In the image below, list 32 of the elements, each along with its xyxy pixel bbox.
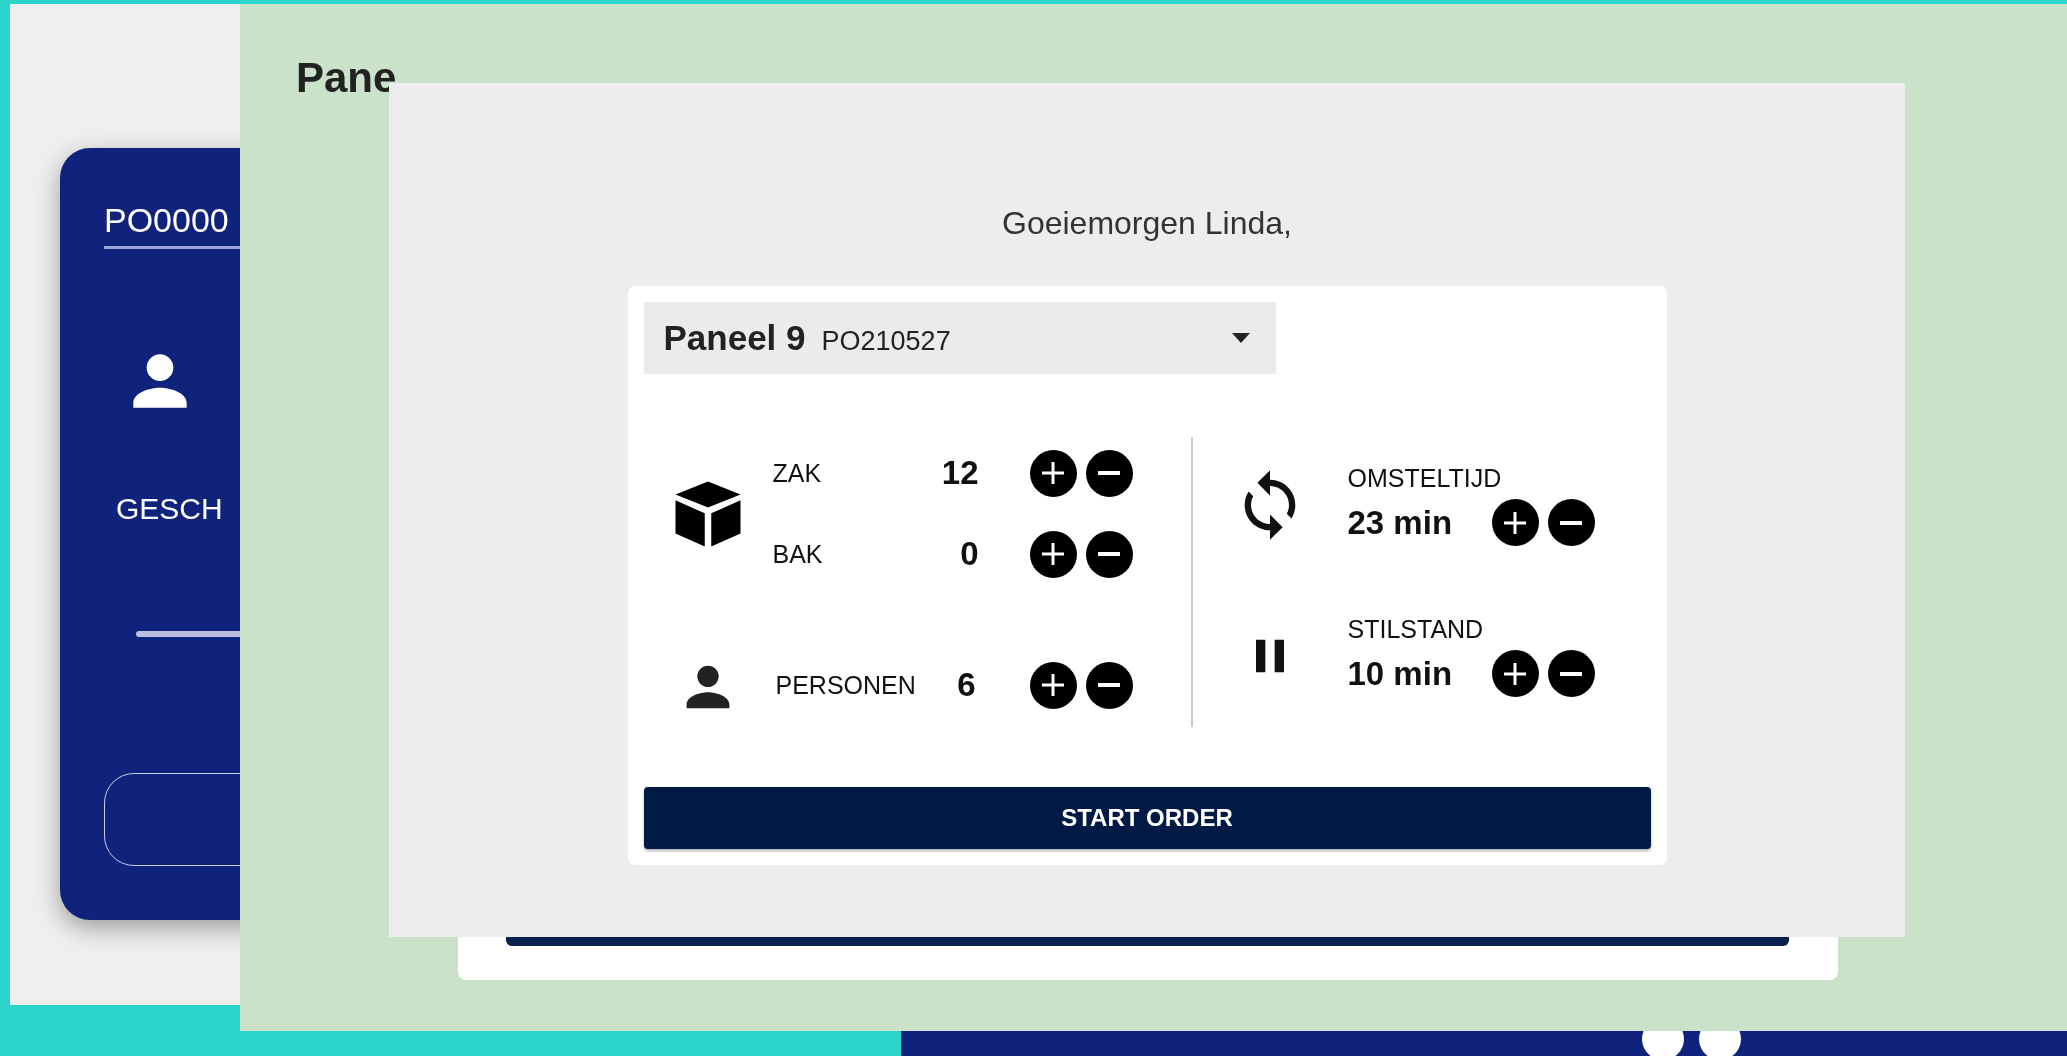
panel-title: Pane bbox=[296, 54, 397, 102]
minus-icon bbox=[1098, 683, 1120, 687]
quantity-value: 12 bbox=[940, 454, 979, 492]
plus-icon bbox=[1041, 542, 1065, 566]
minus-button[interactable] bbox=[1547, 650, 1595, 697]
time-value: 23 min bbox=[1347, 503, 1454, 542]
minus-icon bbox=[1098, 552, 1120, 556]
product-dropdown[interactable]: Paneel 9 PO210527 bbox=[643, 302, 1276, 374]
time-label: STILSTAND bbox=[1347, 614, 1485, 644]
plus-button[interactable] bbox=[1491, 499, 1539, 546]
plus-icon bbox=[1041, 461, 1065, 485]
plus-icon bbox=[1503, 510, 1527, 535]
plus-icon bbox=[1503, 661, 1527, 686]
staff-value: 6 bbox=[956, 666, 976, 704]
time-value: 10 min bbox=[1347, 654, 1454, 693]
start-button[interactable]: START ORDER bbox=[643, 787, 1651, 849]
quantity-value: 0 bbox=[959, 535, 979, 573]
plus-button[interactable] bbox=[1491, 650, 1539, 697]
quantity-label: BAK bbox=[772, 539, 824, 569]
minus-button[interactable] bbox=[1547, 499, 1595, 546]
plus-icon bbox=[1041, 673, 1065, 697]
order-number: PO210527 bbox=[821, 325, 951, 357]
caret-icon bbox=[1229, 331, 1252, 345]
minus-icon bbox=[1560, 520, 1582, 525]
quantity-label: ZAK bbox=[772, 458, 823, 488]
greeting: Goeiemorgen Linda, bbox=[1002, 204, 1292, 243]
minus-icon bbox=[1098, 471, 1120, 475]
product-title: Paneel 9 bbox=[663, 318, 806, 358]
time-label: OMSTELTIJD bbox=[1347, 463, 1503, 493]
staff-label: PERSONEN bbox=[775, 670, 917, 700]
status-label: GESCH bbox=[116, 491, 224, 527]
minus-icon bbox=[1560, 671, 1582, 676]
